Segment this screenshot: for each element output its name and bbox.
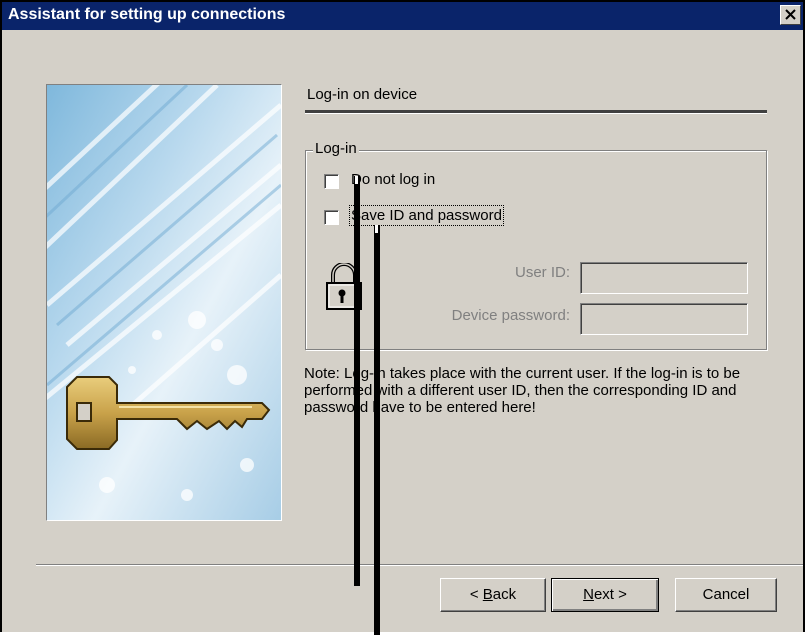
checkbox-square[interactable] <box>324 210 339 225</box>
i-beam-cursor-left <box>354 176 360 586</box>
window-title: Assistant for setting up connections <box>8 6 286 23</box>
back-mnemonic: B <box>482 586 493 603</box>
i-beam-cursor-right <box>374 225 380 635</box>
do-not-log-in-checkbox[interactable]: Do not log in <box>324 171 454 194</box>
login-group-legend: Log-in <box>313 140 359 157</box>
wizard-illustration <box>46 84 282 521</box>
back-prefix: < <box>469 586 483 603</box>
close-icon <box>785 9 796 20</box>
cursor-notch <box>375 225 378 233</box>
next-mnemonic: N <box>583 586 594 603</box>
device-password-label: Device password: <box>451 307 570 324</box>
save-id-password-label: Save ID and password <box>349 205 504 226</box>
next-rest: ext > <box>593 586 627 603</box>
title-bar[interactable]: Assistant for setting up connections <box>2 2 803 30</box>
do-not-log-in-label: Do not log in <box>351 171 436 188</box>
device-password-input[interactable] <box>580 303 748 335</box>
checkbox-square[interactable] <box>324 174 339 189</box>
back-button[interactable]: < Back <box>440 578 546 612</box>
bottom-divider <box>36 564 803 566</box>
back-rest: ack <box>492 586 517 603</box>
user-id-label: User ID: <box>514 264 570 281</box>
key-icon <box>47 85 281 520</box>
cancel-button[interactable]: Cancel <box>675 578 777 612</box>
page-heading: Log-in on device <box>307 86 418 103</box>
close-button[interactable] <box>780 5 801 25</box>
next-button[interactable]: Next > <box>551 578 659 612</box>
cursor-notch <box>355 176 358 184</box>
user-id-input[interactable] <box>580 262 748 294</box>
dialog-window: Assistant for setting up connections Log… <box>0 0 805 632</box>
heading-divider <box>305 110 767 114</box>
